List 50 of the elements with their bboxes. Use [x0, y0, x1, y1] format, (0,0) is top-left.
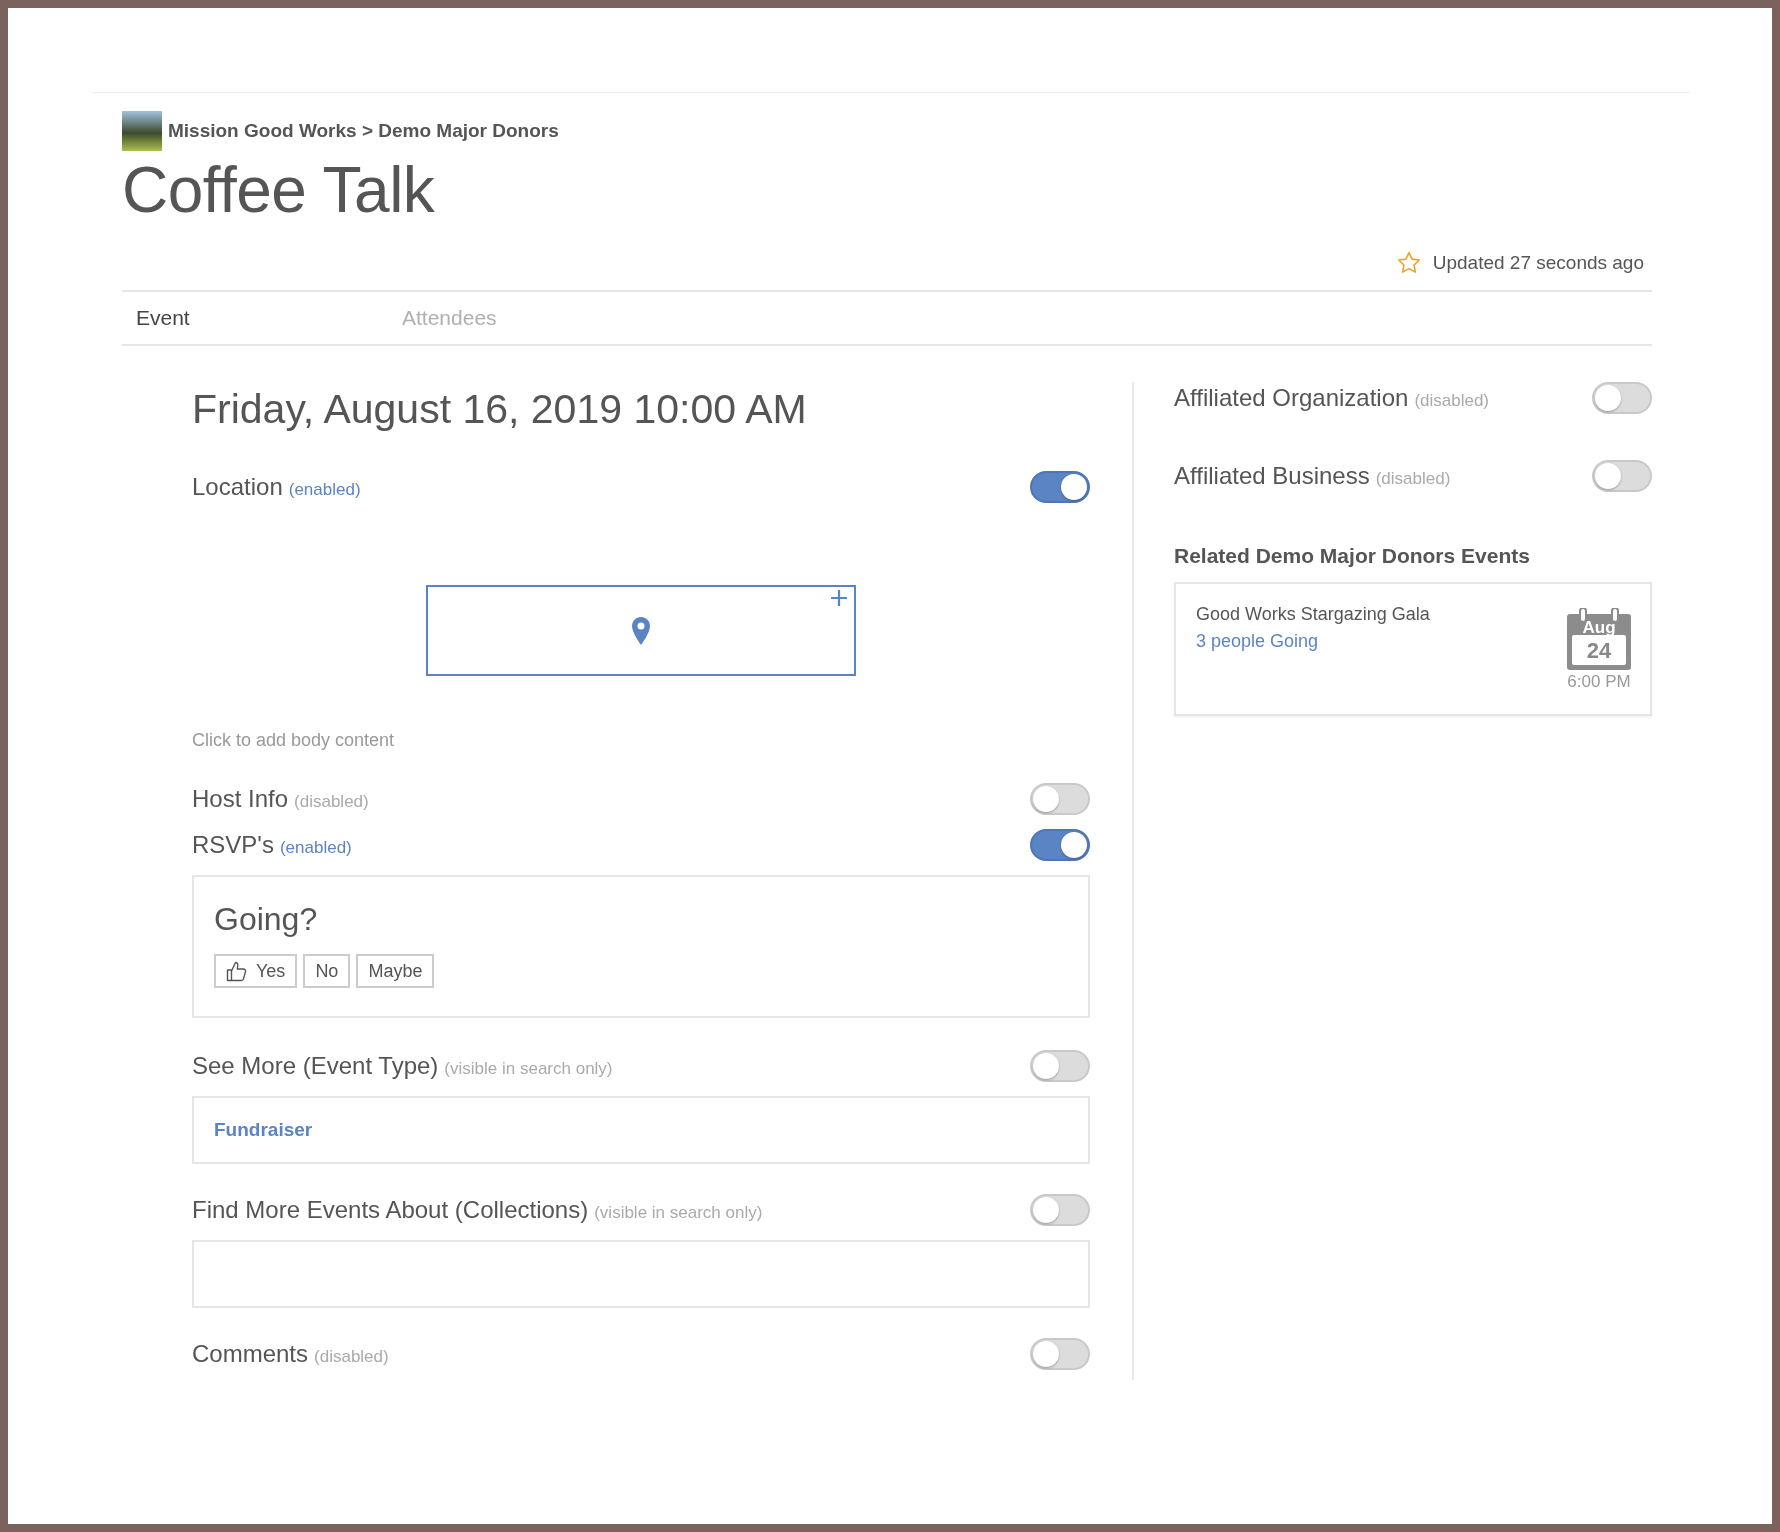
section-label: Comments: [192, 1340, 309, 1367]
tab[interactable]: Event: [122, 306, 388, 330]
section-label: Location: [192, 473, 283, 500]
toggle-switch[interactable]: [1030, 829, 1090, 861]
map-field[interactable]: [426, 585, 856, 676]
section-label: Host Info: [192, 785, 289, 812]
toggle-switch[interactable]: [1030, 1194, 1090, 1226]
rsvp-button[interactable]: No: [303, 954, 351, 988]
page-title: Coffee Talk: [122, 153, 436, 227]
status-label: (disabled): [294, 792, 369, 811]
section-label: Find More Events About (Collections): [192, 1196, 589, 1223]
updated-time: Updated 27 seconds ago: [1432, 251, 1644, 274]
section-label: Affiliated Business: [1174, 462, 1370, 489]
status-label: (enabled): [288, 480, 361, 499]
status-label: (enabled): [279, 838, 352, 857]
map-pin-icon: [631, 615, 651, 646]
breadcrumb-link[interactable]: Mission Good Works > Demo Major Donors: [168, 120, 559, 142]
status-label: (visible in search only): [594, 1203, 763, 1222]
toggle-switch[interactable]: [1030, 1338, 1090, 1370]
toggle-switch[interactable]: [1030, 1050, 1090, 1082]
rsvp-button[interactable]: Maybe: [356, 954, 435, 988]
calendar-month: Aug: [1581, 618, 1617, 638]
plus-icon[interactable]: [830, 589, 848, 607]
toggle-switch[interactable]: [1030, 783, 1090, 815]
status-label: (disabled): [314, 1347, 389, 1366]
calendar-day: 24: [1566, 638, 1632, 664]
status-label: (disabled): [1414, 391, 1490, 410]
section-label: See More (Event Type): [192, 1052, 439, 1079]
attendance-link[interactable]: 3 people Going: [1196, 631, 1430, 652]
tag-field[interactable]: Fundraiser: [192, 1096, 1090, 1164]
star-icon[interactable]: [1396, 251, 1421, 274]
calendar-icon: [1566, 608, 1632, 670]
event-title: Good Works Stargazing Gala: [1196, 604, 1430, 625]
rsvp-button[interactable]: Yes: [214, 954, 298, 988]
thumbs-up-icon: [226, 960, 248, 982]
section-label: Affiliated Organization: [1174, 384, 1409, 411]
event-time: 6:00 PM: [1567, 672, 1631, 692]
section-label: RSVP's: [192, 831, 274, 858]
event-date: Friday, August 16, 2019 10:00 AM: [192, 386, 808, 433]
group-photo-placeholder: [122, 111, 162, 151]
event-card[interactable]: Good Works Stargazing Gala 3 people Going Aug 24 6:00 PM: [1174, 582, 1652, 716]
status-label: (visible in search only): [444, 1059, 613, 1078]
status-label: (disabled): [1375, 469, 1451, 488]
toggle-switch[interactable]: [1592, 382, 1652, 414]
tag-link[interactable]: Fundraiser: [214, 1119, 313, 1141]
toggle-switch[interactable]: [1592, 460, 1652, 492]
rsvp-question: Going?: [214, 901, 319, 938]
toggle-switch[interactable]: [1030, 471, 1090, 503]
tag-field[interactable]: [192, 1240, 1090, 1308]
section-heading: Related Demo Major Donors Events: [1174, 544, 1531, 568]
